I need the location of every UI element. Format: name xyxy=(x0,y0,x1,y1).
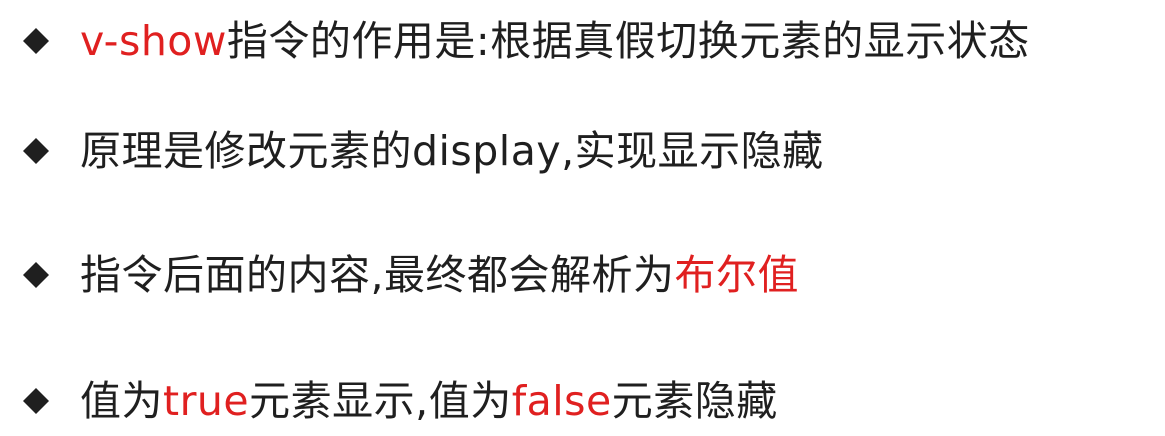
highlight-text: false xyxy=(511,376,612,425)
highlight-text: true xyxy=(163,376,250,425)
bullet-text-4: 值为true元素显示,值为false元素隐藏 xyxy=(80,380,778,422)
plain-text: 原理是修改元素的display,实现显示隐藏 xyxy=(80,126,824,175)
bullet-list: v-show指令的作用是:根据真假切换元素的显示状态 原理是修改元素的displ… xyxy=(22,0,1162,431)
bullet-text-3: 指令后面的内容,最终都会解析为布尔值 xyxy=(80,254,799,296)
diamond-bullet-icon xyxy=(22,27,50,55)
bullet-item-3: 指令后面的内容,最终都会解析为布尔值 xyxy=(22,240,799,310)
bullet-item-4: 值为true元素显示,值为false元素隐藏 xyxy=(22,366,778,436)
diamond-bullet-icon xyxy=(22,137,50,165)
bullet-text-1: v-show指令的作用是:根据真假切换元素的显示状态 xyxy=(80,20,1030,62)
plain-text: 元素显示,值为 xyxy=(249,376,512,425)
bullet-item-1: v-show指令的作用是:根据真假切换元素的显示状态 xyxy=(22,6,1030,76)
bullet-item-2: 原理是修改元素的display,实现显示隐藏 xyxy=(22,116,824,186)
plain-text: 值为 xyxy=(80,376,163,425)
bullet-text-2: 原理是修改元素的display,实现显示隐藏 xyxy=(80,130,824,172)
plain-text: 指令后面的内容,最终都会解析为 xyxy=(80,250,675,299)
diamond-bullet-icon xyxy=(22,387,50,415)
plain-text: 指令的作用是:根据真假切换元素的显示状态 xyxy=(226,16,1030,65)
plain-text: 元素隐藏 xyxy=(611,376,778,425)
highlight-text: v-show xyxy=(80,16,227,65)
highlight-text: 布尔值 xyxy=(674,250,800,299)
diamond-bullet-icon xyxy=(22,261,50,289)
